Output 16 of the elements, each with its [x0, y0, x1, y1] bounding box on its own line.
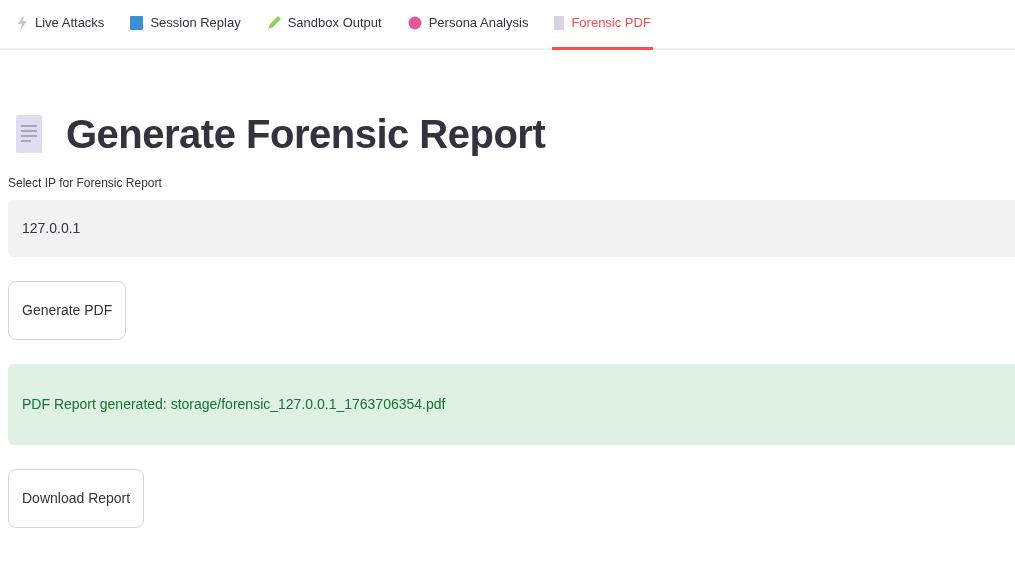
lightning-icon [16, 14, 28, 31]
success-message: PDF Report generated: storage/forensic_127.0.0.1_1763706354.pdf [8, 363, 1015, 445]
page-title: Generate Forensic Report [66, 110, 546, 158]
tab[interactable]: Sandbox Output [264, 0, 384, 50]
document-icon [16, 114, 42, 153]
download-report-button[interactable]: Download Report [8, 468, 145, 528]
field-label: Select IP for Forensic Report [8, 174, 163, 192]
pencil-icon [266, 15, 281, 30]
screen-icon [130, 15, 144, 30]
generate-pdf-button[interactable]: Generate PDF [8, 280, 127, 340]
tab[interactable]: Session Replay [128, 0, 243, 50]
tab[interactable]: Live Attacks [14, 0, 107, 50]
blob-icon [407, 15, 422, 30]
ip-select-field[interactable]: 127.0.0.1 [8, 199, 1015, 257]
document-icon [554, 15, 565, 30]
tab[interactable]: Persona Analysis [405, 0, 531, 50]
